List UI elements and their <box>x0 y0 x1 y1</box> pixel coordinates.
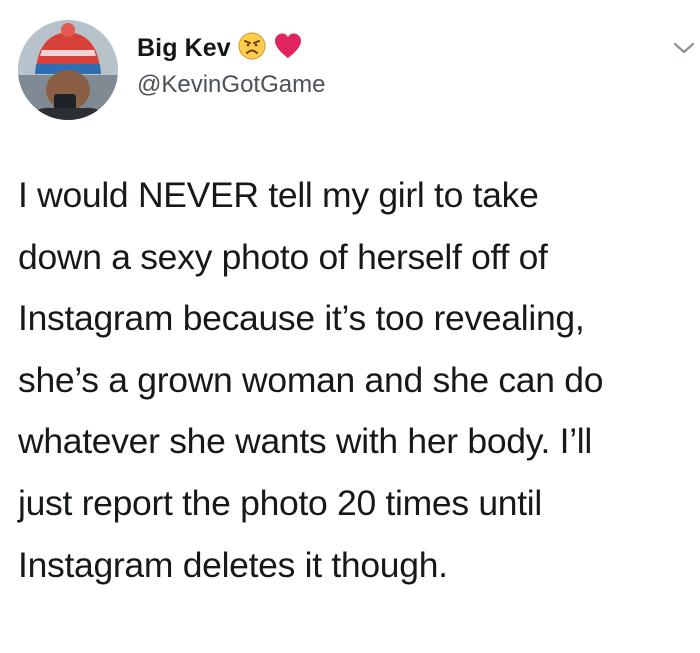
red-heart-icon <box>273 32 303 65</box>
chevron-down-icon[interactable] <box>672 40 696 56</box>
avatar[interactable] <box>18 20 118 120</box>
display-name-row: Big Kev <box>137 30 303 66</box>
display-name[interactable]: Big Kev <box>137 34 231 63</box>
tweet-card: Big Kev @KevinGotGame I would NEVER tell… <box>0 0 700 653</box>
avatar-image <box>18 20 118 120</box>
user-handle[interactable]: @KevinGotGame <box>137 71 325 99</box>
tweet-text: I would NEVER tell my girl to take down … <box>18 175 604 585</box>
angry-face-icon <box>237 31 267 66</box>
